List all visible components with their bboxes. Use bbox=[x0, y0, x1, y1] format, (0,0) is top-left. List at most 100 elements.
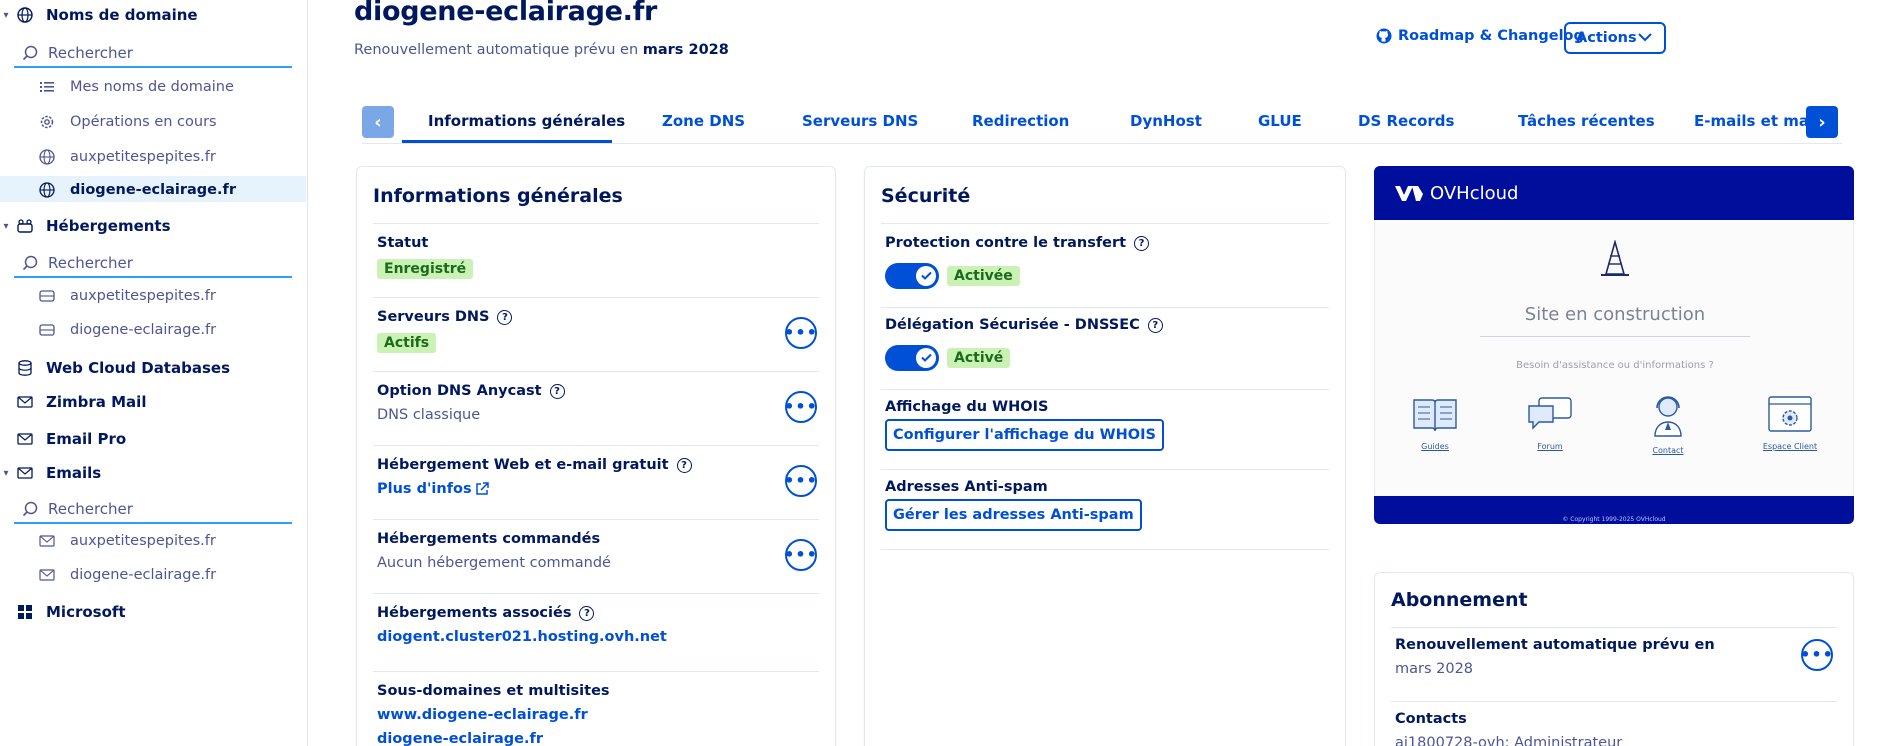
tab-dns-zone[interactable]: Zone DNS bbox=[662, 112, 745, 130]
more-icon: ••• bbox=[784, 471, 818, 490]
page-title: diogene-eclairage.fr bbox=[354, 0, 658, 27]
actions-button[interactable]: Actions bbox=[1564, 22, 1666, 54]
divider bbox=[1391, 701, 1837, 702]
ordered-hosting-more-button[interactable]: ••• bbox=[784, 539, 817, 571]
emails-search-input[interactable]: Rechercher bbox=[14, 496, 292, 524]
help-icon[interactable]: ? bbox=[676, 457, 692, 473]
headset-icon bbox=[1643, 396, 1693, 442]
help-icon[interactable]: ? bbox=[549, 383, 565, 399]
sidebar-item-zimbra[interactable]: Zimbra Mail bbox=[0, 388, 146, 416]
domains-search-input[interactable]: Rechercher bbox=[14, 40, 292, 68]
status-badge: Enregistré bbox=[377, 259, 474, 279]
sidebar-item-microsoft[interactable]: Microsoft bbox=[0, 598, 126, 626]
associated-hosting-text: Hébergements associés bbox=[377, 605, 572, 621]
sidebar-item-host-diogene[interactable]: diogene-eclairage.fr bbox=[38, 316, 216, 344]
more-icon: ••• bbox=[784, 397, 818, 416]
book-icon bbox=[1410, 399, 1460, 438]
configure-whois-button[interactable]: Configurer l'affichage du WHOIS bbox=[885, 419, 1164, 451]
preview-contact-item: Contact bbox=[1633, 394, 1703, 455]
ovh-logo-icon bbox=[1394, 184, 1424, 202]
preview-footer: © Copyright 1999-2025 OVHcloud bbox=[1374, 496, 1854, 524]
search-placeholder: Rechercher bbox=[48, 500, 133, 518]
preview-header: OVHcloud bbox=[1374, 166, 1854, 220]
sidebar-item-label: auxpetitespepites.fr bbox=[70, 288, 216, 304]
subdomain-link[interactable]: diogene-eclairage.fr bbox=[377, 731, 543, 746]
github-icon bbox=[1376, 28, 1392, 44]
check-icon bbox=[920, 268, 932, 284]
chevron-down-icon: ▾ bbox=[3, 9, 9, 21]
tab-dns-servers[interactable]: Serveurs DNS bbox=[802, 112, 918, 130]
sidebar-item-mail-auxpetitespepites[interactable]: auxpetitespepites.fr bbox=[38, 527, 216, 555]
tab-redirection[interactable]: Redirection bbox=[972, 112, 1069, 130]
tab-glue[interactable]: GLUE bbox=[1258, 112, 1302, 130]
renewal-label: Renouvellement automatique prévu en bbox=[1395, 637, 1715, 653]
chevron-down-icon: ▾ bbox=[3, 467, 9, 479]
tabs-prev-button[interactable]: ‹ bbox=[362, 106, 394, 138]
divider bbox=[881, 389, 1329, 390]
dnssec-text: Délégation Sécurisée - DNSSEC bbox=[885, 317, 1140, 333]
sidebar-item-hosting[interactable]: ▾ Hébergements bbox=[0, 212, 170, 240]
help-icon[interactable]: ? bbox=[497, 309, 513, 325]
preview-forum-item: Forum bbox=[1515, 394, 1585, 451]
dnssec-status-badge: Activé bbox=[947, 348, 1011, 368]
site-preview[interactable]: OVHcloud Site en construction Besoin d'a… bbox=[1374, 166, 1854, 524]
sidebar-item-operations[interactable]: Opérations en cours bbox=[38, 108, 217, 136]
actions-label: Actions bbox=[1576, 30, 1637, 46]
list-icon bbox=[38, 78, 56, 96]
tab-general-info[interactable]: Informations générales bbox=[428, 112, 625, 130]
manage-antispam-button[interactable]: Gérer les adresses Anti-spam bbox=[885, 499, 1142, 531]
preview-brand: OVHcloud bbox=[1430, 182, 1519, 204]
anycast-more-button[interactable]: ••• bbox=[784, 391, 818, 423]
external-link-icon bbox=[475, 482, 489, 496]
sidebar-item-label: Opérations en cours bbox=[70, 114, 217, 130]
hosting-search-input[interactable]: Rechercher bbox=[14, 250, 292, 278]
sidebar-item-my-domains[interactable]: Mes noms de domaine bbox=[38, 73, 234, 101]
transfer-protection-label: Protection contre le transfert ? bbox=[885, 235, 1150, 251]
dnssec-toggle[interactable] bbox=[885, 345, 939, 371]
divider bbox=[373, 371, 819, 372]
help-icon[interactable]: ? bbox=[1134, 235, 1150, 251]
sidebar-item-emailpro[interactable]: Email Pro bbox=[0, 425, 126, 453]
sidebar-item-label: auxpetitespepites.fr bbox=[70, 533, 216, 549]
sidebar-item-domain-auxpetitespepites[interactable]: auxpetitespepites.fr bbox=[38, 143, 216, 171]
sidebar-item-mail-diogene[interactable]: diogene-eclairage.fr bbox=[38, 561, 216, 589]
subscription-card: Abonnement Renouvellement automatique pr… bbox=[1374, 572, 1854, 746]
divider bbox=[881, 549, 1329, 550]
search-icon bbox=[22, 500, 40, 518]
chevron-down-icon: ▾ bbox=[3, 220, 9, 232]
security-card: Sécurité Protection contre le transfert … bbox=[864, 166, 1346, 746]
mail-icon bbox=[16, 430, 34, 448]
tab-ds-records[interactable]: DS Records bbox=[1358, 112, 1454, 130]
free-hosting-more-button[interactable]: ••• bbox=[784, 465, 818, 497]
dns-servers-label: Serveurs DNS ? bbox=[377, 309, 513, 325]
hosting-icon bbox=[16, 217, 34, 235]
search-icon bbox=[22, 254, 40, 272]
associated-hosting-link[interactable]: diogent.cluster021.hosting.ovh.net bbox=[377, 629, 667, 645]
sidebar-item-webcloud-databases[interactable]: Web Cloud Databases bbox=[0, 354, 230, 382]
check-icon bbox=[920, 350, 932, 366]
transfer-protection-toggle[interactable] bbox=[885, 263, 939, 289]
security-title: Sécurité bbox=[881, 185, 971, 207]
help-icon[interactable]: ? bbox=[1147, 317, 1163, 333]
tab-dynhost[interactable]: DynHost bbox=[1130, 112, 1202, 130]
help-icon[interactable]: ? bbox=[579, 605, 595, 621]
tab-emails[interactable]: E-mails et mail bbox=[1694, 112, 1819, 130]
sidebar-item-emails[interactable]: ▾ Emails bbox=[0, 459, 101, 487]
tabs-next-button[interactable]: › bbox=[1806, 106, 1838, 138]
sidebar-item-host-auxpetitespepites[interactable]: auxpetitespepites.fr bbox=[38, 282, 216, 310]
contacts-value: ai1800728-ovh: Administrateur bbox=[1395, 735, 1623, 746]
ordered-hosting-label: Hébergements commandés bbox=[377, 531, 601, 547]
dns-servers-more-button[interactable]: ••• bbox=[784, 317, 817, 349]
divider bbox=[373, 445, 819, 446]
tab-recent-tasks[interactable]: Tâches récentes bbox=[1518, 112, 1655, 130]
chat-icon bbox=[1525, 397, 1575, 438]
roadmap-link[interactable]: Roadmap & Changelog bbox=[1376, 28, 1584, 44]
more-info-link[interactable]: Plus d'infos bbox=[377, 481, 489, 497]
tab-bar: ‹ Informations générales Zone DNS Serveu… bbox=[362, 106, 1842, 144]
sidebar-item-domain-diogene[interactable]: diogene-eclairage.fr bbox=[38, 176, 236, 204]
subdomain-link[interactable]: www.diogene-eclairage.fr bbox=[377, 707, 588, 723]
renewal-more-button[interactable]: ••• bbox=[1800, 639, 1833, 671]
sidebar-item-domains[interactable]: ▾ Noms de domaine bbox=[0, 1, 197, 29]
search-placeholder: Rechercher bbox=[48, 254, 133, 272]
anycast-label: Option DNS Anycast ? bbox=[377, 383, 565, 399]
